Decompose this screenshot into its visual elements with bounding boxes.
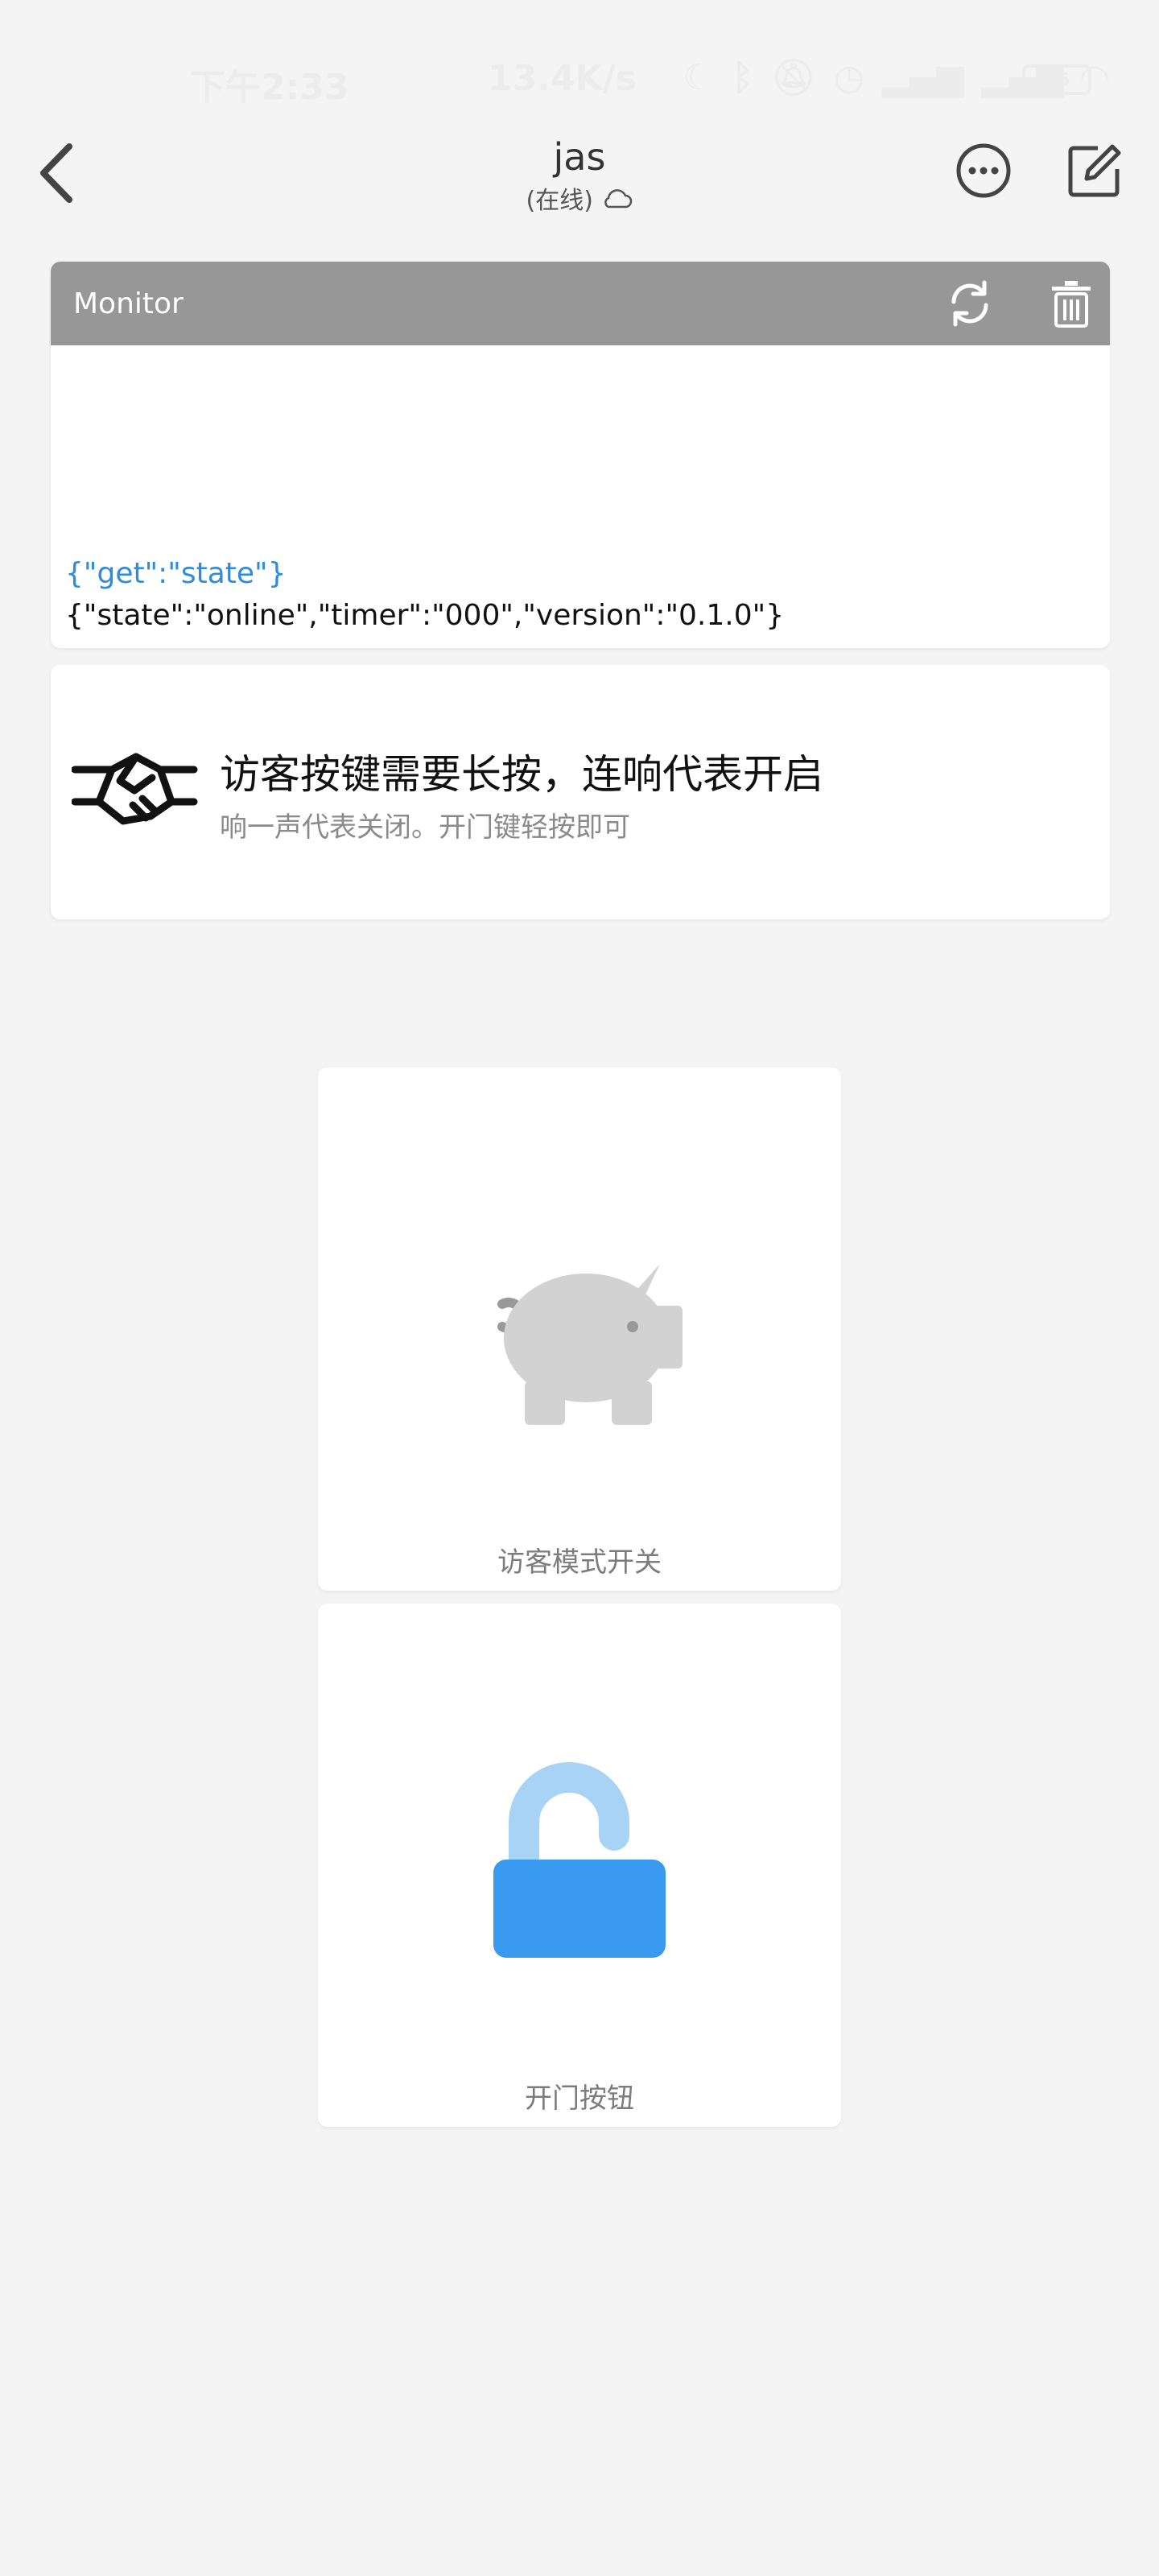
notice-description: 响一声代表关闭。开门键轻按即可 [220, 811, 630, 844]
open-door-button[interactable]: 开门按钮 [318, 1604, 841, 2127]
trash-icon [1052, 281, 1091, 328]
bluetooth-icon: ᛒ [732, 56, 753, 98]
device-status: (在线) [419, 180, 740, 216]
edit-icon [1068, 144, 1121, 197]
more-icon [956, 143, 1011, 198]
monitor-toolbar: Monitor [51, 262, 1110, 345]
title-block: jas (在线) [419, 135, 740, 216]
edit-button[interactable] [1066, 142, 1124, 200]
monitor-title: Monitor [73, 287, 184, 320]
mute-icon: 🔕︎ [770, 57, 816, 98]
header: jas (在线) [0, 121, 1159, 225]
piggy-bank-icon [497, 1264, 683, 1425]
guest-mode-switch[interactable]: 访客模式开关 [318, 1067, 841, 1591]
refresh-button[interactable] [944, 278, 996, 329]
back-icon [40, 143, 72, 203]
moon-icon: ☾ [683, 56, 715, 98]
open-door-label: 开门按钮 [525, 2083, 634, 2115]
back-button[interactable] [23, 137, 95, 209]
online-status-text: (在线) [526, 187, 593, 215]
clear-log-button[interactable] [1047, 278, 1095, 329]
battery-icon: 75 [1022, 64, 1091, 95]
signal-icon: ▂▄▆ [882, 56, 964, 98]
cloud-icon [604, 189, 633, 208]
log-line-sent: {"get":"state"} [65, 557, 287, 590]
monitor-panel: Monitor {"get":"state"} {"state":"online… [51, 262, 1110, 648]
device-title: jas [553, 135, 606, 179]
guest-mode-label: 访客模式开关 [497, 1546, 662, 1579]
unlock-icon [493, 1762, 666, 1958]
more-button[interactable] [955, 142, 1013, 200]
notice-card: 访客按键需要长按，连响代表开启 响一声代表关闭。开门键轻按即可 [51, 665, 1110, 919]
handshake-icon [72, 753, 198, 825]
alarm-icon: ◷ [833, 56, 865, 98]
monitor-log: {"get":"state"} {"state":"online","timer… [65, 553, 784, 637]
refresh-icon [951, 280, 988, 327]
status-net-speed: 13.4K/s [488, 58, 637, 99]
notice-title: 访客按键需要长按，连响代表开启 [220, 751, 823, 798]
log-line-received: {"state":"online","timer":"000","version… [65, 599, 785, 632]
status-time: 下午2:33 [190, 67, 349, 108]
